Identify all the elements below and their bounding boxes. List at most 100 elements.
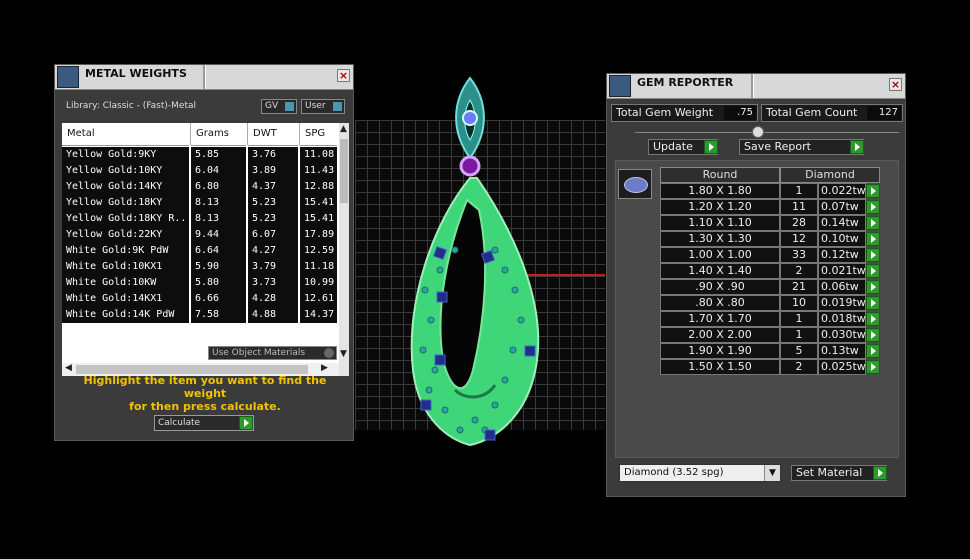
user-toggle[interactable]: User bbox=[301, 99, 345, 114]
vertical-scrollbar[interactable]: ▲ ▼ bbox=[339, 123, 349, 376]
close-icon[interactable]: × bbox=[337, 69, 350, 82]
gem-cell-weight[interactable]: 0.025tw bbox=[818, 359, 866, 375]
table-row[interactable]: White Gold:14K PdW 7.58 4.88 14.37 bbox=[62, 307, 337, 323]
gem-cell-weight[interactable]: 0.019tw bbox=[818, 295, 866, 311]
horizontal-scroll-thumb[interactable] bbox=[76, 365, 308, 374]
gem-cell-size[interactable]: 1.90 X 1.90 bbox=[660, 343, 780, 359]
gem-cell-count[interactable]: 5 bbox=[780, 343, 818, 359]
table-row[interactable]: Yellow Gold:14KY 6.80 4.37 12.88 bbox=[62, 179, 337, 195]
play-arrow-icon[interactable] bbox=[873, 466, 887, 480]
vertical-scroll-thumb[interactable] bbox=[340, 139, 348, 203]
cell-metal: White Gold:10KW bbox=[66, 277, 157, 288]
gem-cell-weight[interactable]: 0.021tw bbox=[818, 263, 866, 279]
update-button[interactable]: Update bbox=[648, 139, 718, 155]
gv-toggle[interactable]: GV bbox=[261, 99, 297, 114]
table-row[interactable]: Yellow Gold:22KY 9.44 6.07 17.89 bbox=[62, 227, 337, 243]
row-select-arrow-icon[interactable] bbox=[866, 248, 880, 262]
gem-cell-weight[interactable]: 0.018tw bbox=[818, 311, 866, 327]
gem-cell-size[interactable]: 1.40 X 1.40 bbox=[660, 263, 780, 279]
gem-cell-size[interactable]: 2.00 X 2.00 bbox=[660, 327, 780, 343]
gem-cell-size[interactable]: 1.50 X 1.50 bbox=[660, 359, 780, 375]
row-select-arrow-icon[interactable] bbox=[866, 296, 880, 310]
table-row[interactable]: Yellow Gold:10KY 6.04 3.89 11.43 bbox=[62, 163, 337, 179]
gem-cell-count[interactable]: 33 bbox=[780, 247, 818, 263]
gem-cell-weight[interactable]: 0.13tw bbox=[818, 343, 866, 359]
play-arrow-icon[interactable] bbox=[850, 140, 864, 154]
row-select-arrow-icon[interactable] bbox=[866, 344, 880, 358]
row-select-arrow-icon[interactable] bbox=[866, 200, 880, 214]
calculate-button[interactable]: Calculate bbox=[154, 415, 254, 431]
col-grams-header[interactable]: Grams bbox=[196, 128, 229, 139]
use-object-materials-toggle[interactable]: Use Object Materials bbox=[208, 346, 337, 360]
table-row[interactable]: Yellow Gold:18KY R... 8.13 5.23 15.41 bbox=[62, 211, 337, 227]
row-select-arrow-icon[interactable] bbox=[866, 360, 880, 374]
gem-cell-weight[interactable]: 0.12tw bbox=[818, 247, 866, 263]
scroll-left-icon[interactable]: ◀ bbox=[65, 363, 72, 373]
round-diamond-icon[interactable] bbox=[618, 169, 652, 199]
play-arrow-icon[interactable] bbox=[704, 140, 718, 154]
gem-cell-count[interactable]: 28 bbox=[780, 215, 818, 231]
metal-weights-titlebar[interactable]: METAL WEIGHTS × bbox=[55, 65, 353, 90]
table-row[interactable]: White Gold:14KX1 6.66 4.28 12.61 bbox=[62, 291, 337, 307]
instruction-line-1: Highlight the item you want to find the … bbox=[83, 374, 327, 400]
scroll-right-icon[interactable]: ▶ bbox=[321, 363, 328, 373]
scroll-down-icon[interactable]: ▼ bbox=[340, 349, 347, 359]
scroll-up-icon[interactable]: ▲ bbox=[340, 124, 347, 134]
library-label: Library: Classic - (Fast)-Metal bbox=[66, 101, 197, 111]
gem-cell-weight[interactable]: 0.030tw bbox=[818, 327, 866, 343]
gem-cell-size[interactable]: 1.70 X 1.70 bbox=[660, 311, 780, 327]
pendant-model[interactable] bbox=[395, 70, 555, 480]
gem-cell-count[interactable]: 1 bbox=[780, 183, 818, 199]
table-row[interactable]: Yellow Gold:18KY 8.13 5.23 15.41 bbox=[62, 195, 337, 211]
size-slider-track[interactable] bbox=[635, 132, 899, 133]
gem-cell-size[interactable]: 1.10 X 1.10 bbox=[660, 215, 780, 231]
row-select-arrow-icon[interactable] bbox=[866, 264, 880, 278]
col-spg-header[interactable]: SPG bbox=[305, 128, 325, 139]
gem-cell-size[interactable]: 1.80 X 1.80 bbox=[660, 183, 780, 199]
gem-reporter-titlebar[interactable]: GEM REPORTER × bbox=[607, 74, 905, 99]
gem-cell-count[interactable]: 10 bbox=[780, 295, 818, 311]
gem-cell-count[interactable]: 11 bbox=[780, 199, 818, 215]
gem-cell-count[interactable]: 2 bbox=[780, 359, 818, 375]
total-gem-count-label: Total Gem Count bbox=[766, 106, 858, 119]
gem-cell-weight[interactable]: 0.14tw bbox=[818, 215, 866, 231]
row-select-arrow-icon[interactable] bbox=[866, 184, 880, 198]
gem-cell-size[interactable]: 1.30 X 1.30 bbox=[660, 231, 780, 247]
col-dwt-header[interactable]: DWT bbox=[253, 128, 277, 139]
gem-cell-count[interactable]: 12 bbox=[780, 231, 818, 247]
material-select[interactable]: Diamond (3.52 spg) ▼ bbox=[619, 464, 781, 482]
table-row[interactable]: White Gold:10KW 5.80 3.73 10.99 bbox=[62, 275, 337, 291]
gem-cell-weight[interactable]: 0.06tw bbox=[818, 279, 866, 295]
table-row[interactable]: White Gold:10KX1 5.90 3.79 11.18 bbox=[62, 259, 337, 275]
close-icon[interactable]: × bbox=[889, 78, 902, 91]
col-metal-header[interactable]: Metal bbox=[67, 128, 95, 139]
gem-cell-size[interactable]: 1.00 X 1.00 bbox=[660, 247, 780, 263]
size-slider-knob[interactable] bbox=[752, 126, 764, 138]
chevron-down-icon[interactable]: ▼ bbox=[764, 465, 780, 481]
row-select-arrow-icon[interactable] bbox=[866, 328, 880, 342]
gem-cell-weight[interactable]: 0.022tw bbox=[818, 183, 866, 199]
gem-cell-size[interactable]: .80 X .80 bbox=[660, 295, 780, 311]
gem-cell-weight[interactable]: 0.10tw bbox=[818, 231, 866, 247]
save-report-button[interactable]: Save Report bbox=[739, 139, 864, 155]
gem-cell-count[interactable]: 1 bbox=[780, 327, 818, 343]
gem-cell-size[interactable]: 1.20 X 1.20 bbox=[660, 199, 780, 215]
row-select-arrow-icon[interactable] bbox=[866, 232, 880, 246]
gem-cell-count[interactable]: 21 bbox=[780, 279, 818, 295]
set-material-button[interactable]: Set Material bbox=[791, 465, 887, 481]
row-select-arrow-icon[interactable] bbox=[866, 216, 880, 230]
metal-table[interactable]: Metal Grams DWT SPG Yellow Gold:9KY 5.85 3… bbox=[62, 123, 349, 376]
table-row[interactable]: White Gold:9K PdW 6.64 4.27 12.59 bbox=[62, 243, 337, 259]
row-select-arrow-icon[interactable] bbox=[866, 312, 880, 326]
play-arrow-icon[interactable] bbox=[239, 416, 253, 430]
cell-spg: 11.43 bbox=[304, 165, 335, 176]
gem-cell-weight[interactable]: 0.07tw bbox=[818, 199, 866, 215]
update-label: Update bbox=[653, 140, 693, 153]
gem-cell-size[interactable]: .90 X .90 bbox=[660, 279, 780, 295]
row-select-arrow-icon[interactable] bbox=[866, 280, 880, 294]
gem-cell-count[interactable]: 2 bbox=[780, 263, 818, 279]
cell-spg: 12.59 bbox=[304, 245, 335, 256]
col-round-header: Round bbox=[660, 167, 780, 183]
table-row[interactable]: Yellow Gold:9KY 5.85 3.76 11.08 bbox=[62, 147, 337, 163]
gem-cell-count[interactable]: 1 bbox=[780, 311, 818, 327]
